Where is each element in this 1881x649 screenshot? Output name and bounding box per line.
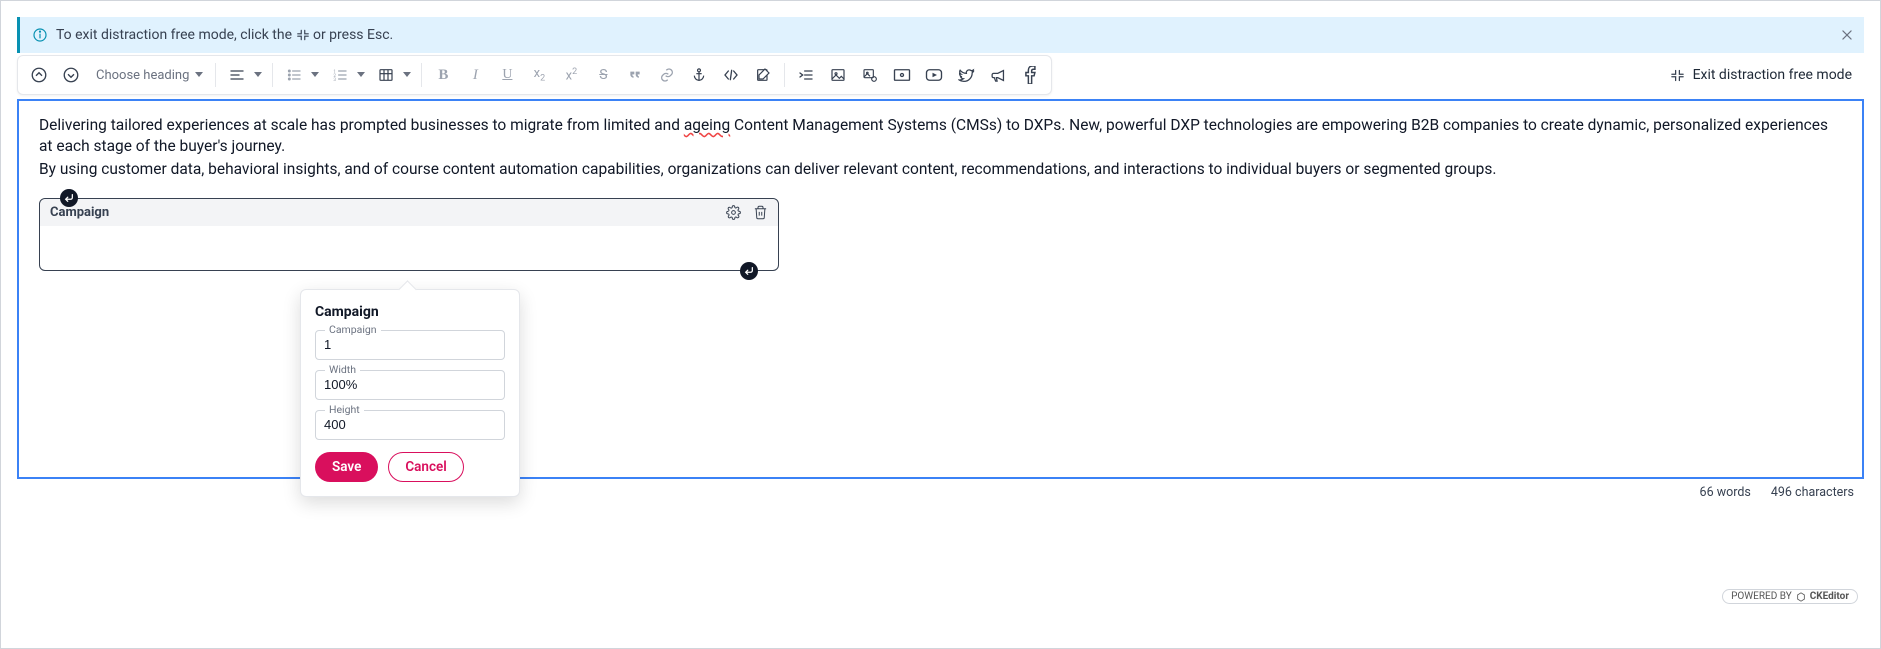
strikethrough-icon[interactable]: S xyxy=(588,60,618,90)
edit-icon[interactable] xyxy=(748,60,778,90)
height-field-label: Height xyxy=(325,403,364,416)
popover-title: Campaign xyxy=(315,304,505,320)
editor-area[interactable]: Delivering tailored experiences at scale… xyxy=(17,99,1864,479)
collapse-icon xyxy=(296,28,310,42)
iframe-icon[interactable] xyxy=(887,60,917,90)
campaign-field: Campaign xyxy=(315,330,505,360)
heading-select[interactable]: Choose heading xyxy=(88,60,209,90)
chevron-down-icon[interactable] xyxy=(403,71,411,79)
separator xyxy=(421,63,422,87)
move-up-icon[interactable] xyxy=(24,60,54,90)
subscript-icon[interactable]: x2 xyxy=(524,60,554,90)
bullet-list-icon[interactable] xyxy=(279,60,309,90)
campaign-popover: Campaign Campaign Width Height Save xyxy=(300,289,520,497)
megaphone-icon[interactable] xyxy=(983,60,1013,90)
source-code-icon[interactable] xyxy=(716,60,746,90)
anchor-icon[interactable] xyxy=(684,60,714,90)
align-icon[interactable] xyxy=(222,60,252,90)
exit-distraction-button[interactable]: Exit distraction free mode xyxy=(1664,63,1858,87)
save-button[interactable]: Save xyxy=(315,452,378,482)
chevron-down-icon xyxy=(195,71,203,79)
insert-before-handle[interactable] xyxy=(60,189,78,207)
banner-close-icon[interactable] xyxy=(1840,28,1854,42)
chevron-down-icon[interactable] xyxy=(311,71,319,79)
heading-select-label: Choose heading xyxy=(96,68,189,83)
char-count: 496 characters xyxy=(1771,485,1854,500)
editor-toolbar: Choose heading 123 xyxy=(17,55,1052,95)
cancel-button[interactable]: Cancel xyxy=(388,452,463,482)
status-bar: 66 words 496 characters xyxy=(17,479,1864,500)
widget-delete-icon[interactable] xyxy=(753,205,768,220)
youtube-icon[interactable] xyxy=(919,60,949,90)
widget-body[interactable] xyxy=(40,226,778,270)
separator xyxy=(215,63,216,87)
spelling-error[interactable]: ageing xyxy=(684,116,730,134)
exit-distraction-label: Exit distraction free mode xyxy=(1693,67,1852,83)
collapse-icon xyxy=(1670,68,1685,83)
info-banner: To exit distraction free mode, click the… xyxy=(17,17,1864,53)
blockquote-icon[interactable] xyxy=(620,60,650,90)
chevron-down-icon[interactable] xyxy=(357,71,365,79)
separator xyxy=(784,63,785,87)
paragraph[interactable]: By using customer data, behavioral insig… xyxy=(39,159,1842,180)
chevron-down-icon[interactable] xyxy=(254,71,262,79)
separator xyxy=(272,63,273,87)
indent-icon[interactable] xyxy=(791,60,821,90)
image-config-icon[interactable] xyxy=(855,60,885,90)
campaign-widget[interactable]: Campaign Campaign xyxy=(39,198,779,271)
bold-icon[interactable]: B xyxy=(428,60,458,90)
link-icon[interactable] xyxy=(652,60,682,90)
underline-icon[interactable]: U xyxy=(492,60,522,90)
svg-text:3: 3 xyxy=(334,77,337,83)
banner-text: To exit distraction free mode, click the… xyxy=(56,27,393,43)
widget-settings-icon[interactable] xyxy=(726,205,741,220)
powered-by-badge[interactable]: POWERED BY CKEditor xyxy=(1722,589,1858,604)
word-count: 66 words xyxy=(1700,485,1751,500)
facebook-icon[interactable] xyxy=(1015,60,1045,90)
widget-header: Campaign xyxy=(40,199,778,226)
italic-icon[interactable]: I xyxy=(460,60,490,90)
image-icon[interactable] xyxy=(823,60,853,90)
widget-title: Campaign xyxy=(50,205,109,220)
twitter-icon[interactable] xyxy=(951,60,981,90)
insert-after-handle[interactable] xyxy=(740,262,758,280)
width-field: Width xyxy=(315,370,505,400)
move-down-icon[interactable] xyxy=(56,60,86,90)
table-icon[interactable] xyxy=(371,60,401,90)
width-field-label: Width xyxy=(325,363,360,376)
numbered-list-icon[interactable]: 123 xyxy=(325,60,355,90)
superscript-icon[interactable]: x2 xyxy=(556,60,586,90)
height-field: Height xyxy=(315,410,505,440)
info-icon xyxy=(32,27,48,43)
paragraph[interactable]: Delivering tailored experiences at scale… xyxy=(39,115,1842,157)
campaign-field-label: Campaign xyxy=(325,323,381,336)
